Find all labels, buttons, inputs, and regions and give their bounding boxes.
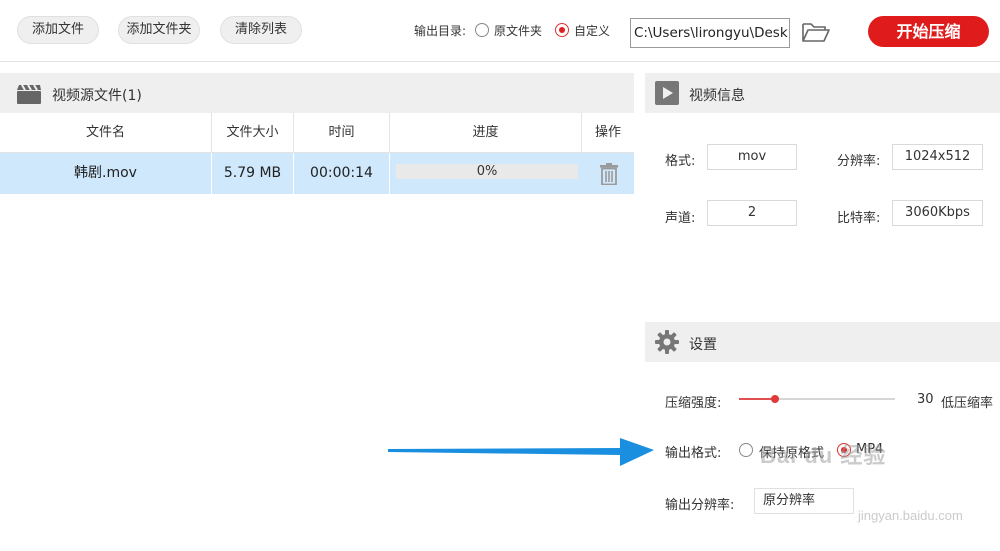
source-files-header: 视频源文件(1)	[0, 73, 634, 113]
watermark-logo: Bai du 经验	[760, 443, 887, 468]
column-filename[interactable]: 文件名	[0, 113, 212, 153]
source-files-title: 视频源文件(1)	[52, 88, 142, 104]
add-file-button[interactable]: 添加文件	[17, 16, 99, 44]
resolution-label: 分辨率:	[837, 154, 881, 169]
bitrate-label: 比特率:	[837, 211, 881, 226]
column-filesize[interactable]: 文件大小	[212, 113, 294, 153]
option-original-label: 原文件夹	[494, 24, 543, 38]
annotation-arrow	[388, 436, 658, 472]
compress-strength-value: 30	[917, 392, 934, 407]
compress-strength-fill	[739, 398, 775, 400]
format-field: mov	[707, 144, 797, 170]
radio-original-folder[interactable]	[475, 23, 489, 37]
folder-open-icon[interactable]	[801, 20, 831, 48]
format-label: 格式:	[665, 154, 696, 169]
settings-title: 设置	[689, 337, 717, 353]
channels-field: 2	[707, 200, 797, 226]
column-progress[interactable]: 进度	[390, 113, 582, 153]
settings-header: 设置	[645, 322, 1000, 362]
compress-strength-label: 压缩强度:	[665, 396, 722, 411]
radio-keep-format[interactable]	[739, 443, 753, 457]
output-resolution-label: 输出分辨率:	[665, 498, 735, 513]
add-folder-button[interactable]: 添加文件夹	[118, 16, 200, 44]
channels-label: 声道:	[665, 211, 696, 226]
compress-strength-hint: 低压缩率	[941, 396, 994, 411]
clear-list-button[interactable]: 清除列表	[220, 16, 302, 44]
bitrate-field: 3060Kbps	[892, 200, 983, 226]
radio-custom-folder[interactable]	[555, 23, 569, 37]
watermark: Bai du 经验 jingyan.baidu.com	[760, 438, 963, 523]
output-path-input[interactable]: C:\Users\lirongyu\Desk	[630, 18, 790, 48]
option-custom-label: 自定义	[574, 24, 611, 38]
file-table-header: 文件名 文件大小 时间 进度 操作	[0, 113, 634, 153]
video-info-header: 视频信息	[645, 73, 1000, 113]
row-progress-text: 0%	[476, 164, 498, 179]
toolbar: 添加文件 添加文件夹 清除列表 输出目录: 原文件夹 自定义 C:\Users\…	[0, 0, 1000, 62]
resolution-field: 1024x512	[892, 144, 983, 170]
output-format-label: 输出格式:	[665, 446, 722, 461]
start-compress-button[interactable]: 开始压缩	[868, 16, 989, 47]
row-filename: 韩剧.mov	[0, 153, 212, 194]
row-filesize: 5.79 MB	[212, 153, 294, 194]
play-box-icon	[655, 81, 679, 109]
watermark-url: jingyan.baidu.com	[858, 508, 963, 523]
gear-icon	[655, 330, 679, 358]
column-actions: 操作	[594, 125, 621, 140]
row-duration: 00:00:14	[294, 153, 390, 194]
video-info-title: 视频信息	[689, 88, 745, 104]
compress-strength-handle[interactable]	[770, 395, 779, 403]
delete-trash-icon[interactable]	[599, 163, 619, 189]
column-duration[interactable]: 时间	[294, 113, 390, 153]
output-dir-label: 输出目录:	[414, 24, 467, 38]
video-clapper-icon	[16, 83, 42, 109]
output-resolution-select[interactable]: 原分辨率	[754, 488, 854, 514]
